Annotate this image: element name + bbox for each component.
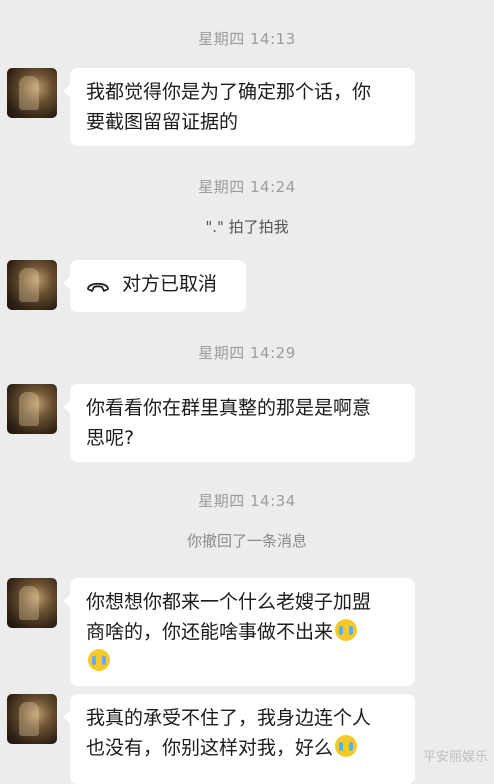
- timestamp: 星期四 14:24: [198, 178, 296, 196]
- message-bubble[interactable]: 我都觉得你是为了确定那个话，你 要截图留留证据的: [63, 68, 415, 146]
- message-line: 你看看你在群里真整的那是是啊意: [86, 397, 372, 419]
- message-line: 思呢?: [86, 427, 135, 449]
- recall-notice: 你撤回了一条消息: [186, 532, 307, 550]
- timestamp: 星期四 14:29: [198, 344, 296, 362]
- crying-face-icon: [88, 649, 110, 671]
- call-status: 对方已取消: [122, 273, 218, 295]
- message-line: 你想想你都来一个什么老嫂子加盟: [86, 591, 372, 613]
- message-line: 要截图留留证据的: [86, 111, 239, 133]
- phone-hangup-icon: [86, 273, 110, 303]
- message-line: 也没有，你别这样对我，好么: [86, 737, 334, 759]
- message-line: 我都觉得你是为了确定那个话，你: [86, 81, 372, 103]
- message-line: 我真的承受不住了，我身边连个人: [86, 707, 372, 729]
- timestamp: 星期四 14:34: [198, 492, 296, 510]
- avatar[interactable]: [7, 68, 57, 118]
- avatar[interactable]: [7, 260, 57, 310]
- avatar[interactable]: [7, 694, 57, 744]
- timestamp: 星期四 14:13: [198, 30, 296, 48]
- message-bubble[interactable]: 你看看你在群里真整的那是是啊意 思呢?: [63, 384, 415, 462]
- message-bubble[interactable]: 你想想你都来一个什么老嫂子加盟 商啥的，你还能啥事做不出来: [63, 578, 415, 686]
- message-line: 商啥的，你还能啥事做不出来: [86, 621, 334, 643]
- watermark: 平安丽娱乐: [422, 750, 488, 765]
- call-bubble[interactable]: 对方已取消: [63, 260, 246, 312]
- crying-face-icon: [335, 735, 358, 757]
- message-bubble[interactable]: 我真的承受不住了，我身边连个人 也没有，你别这样对我，好么: [63, 694, 415, 784]
- crying-face-icon: [335, 619, 358, 641]
- avatar[interactable]: [7, 384, 57, 434]
- pat-notice[interactable]: "." 拍了拍我: [0, 216, 494, 237]
- avatar[interactable]: [7, 578, 57, 628]
